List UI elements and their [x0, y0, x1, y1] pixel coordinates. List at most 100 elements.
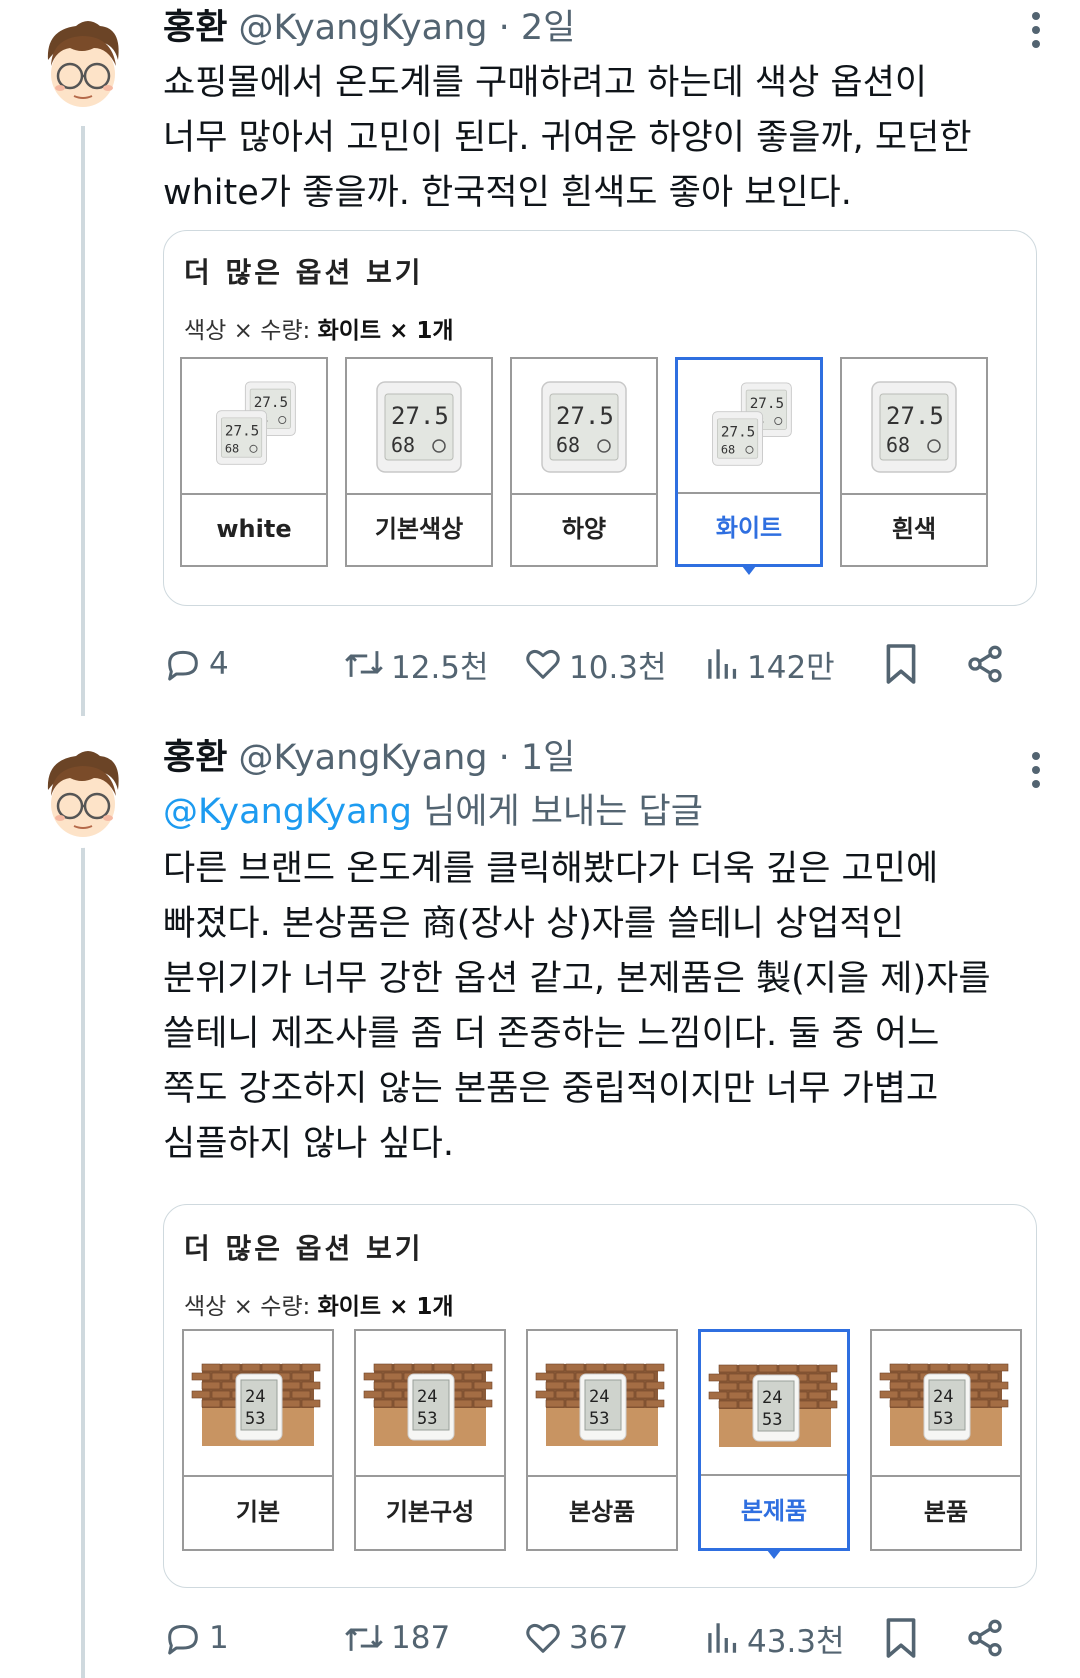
tweet-text-line: 심플하지 않나 싶다.	[163, 1124, 454, 1164]
share-button[interactable]	[965, 1610, 1005, 1666]
svg-text:24: 24	[245, 1387, 265, 1407]
option-기본구성[interactable]: 24 53 기본구성	[354, 1329, 506, 1551]
timestamp[interactable]: 1일	[521, 738, 575, 778]
option-label: 기본색상	[347, 493, 491, 565]
option-label: 화이트	[678, 492, 820, 564]
retweet-count: 12.5천	[391, 649, 489, 686]
retweet-icon	[345, 1625, 383, 1651]
view-count: 43.3천	[747, 1623, 845, 1660]
reply-context-label: 님에게 보내는 답글	[411, 792, 703, 832]
like-button[interactable]: 10.3천	[523, 636, 667, 692]
options-card[interactable]: 더 많은 옵션 보기 색상 × 수량: 화이트 × 1개 24 53 기본 24 …	[163, 1204, 1037, 1588]
thermometer-photo-icon: 24 53	[184, 1331, 332, 1479]
tweet-header: 홍환 @KyangKyang · 1일	[163, 734, 1043, 782]
reply-icon	[168, 650, 198, 681]
thermometer-icon: 27.5 68	[512, 359, 656, 497]
tweet-text-line: 다른 브랜드 온도계를 클릭해봤다가 더욱 깊은 고민에	[163, 849, 939, 889]
option-화이트[interactable]: 27.5 68 27.5 68 화이트	[675, 357, 823, 575]
tweet-header: 홍환 @KyangKyang · 2일	[163, 4, 1043, 52]
option-label: 본품	[872, 1475, 1020, 1549]
svg-text:53: 53	[933, 1409, 953, 1429]
option-label: 본상품	[528, 1475, 676, 1549]
svg-text:53: 53	[762, 1410, 782, 1430]
views-chart-icon	[708, 1623, 737, 1653]
author-handle[interactable]: @KyangKyang	[239, 8, 488, 48]
svg-text:68: 68	[391, 433, 415, 457]
views-button[interactable]: 43.3천	[705, 1610, 845, 1666]
share-button[interactable]	[965, 636, 1005, 692]
timestamp[interactable]: 2일	[521, 8, 575, 48]
tweet-actions: 4 12.5천 10.3천 142만	[163, 636, 1043, 692]
avatar[interactable]	[30, 14, 134, 118]
svg-text:27.5: 27.5	[750, 396, 784, 412]
retweet-button[interactable]: 12.5천	[343, 636, 489, 692]
selected-caret-icon	[767, 1550, 781, 1559]
tweet-text-line: 빠졌다. 본상품은 商(장사 상)자를 쓸테니 상업적인	[163, 904, 904, 944]
selected-caret-icon	[742, 566, 756, 575]
thermometer-photo-icon: 24 53	[356, 1331, 504, 1479]
author-name[interactable]: 홍환	[163, 8, 227, 48]
tweet[interactable]: 홍환 @KyangKyang · 2일 쇼핑몰에서 온도계를 구매하려고 하는데…	[0, 0, 1080, 700]
author-handle[interactable]: @KyangKyang	[239, 738, 488, 778]
tweet-text-line: 쓸테니 제조사를 좀 더 존중하는 느낌이다. 둘 중 어느	[163, 1014, 940, 1054]
more-options-icon[interactable]	[1030, 752, 1042, 788]
option-흰색[interactable]: 27.5 68 흰색	[840, 357, 988, 567]
svg-text:53: 53	[417, 1409, 437, 1429]
svg-text:27.5: 27.5	[254, 395, 288, 411]
bookmark-icon	[886, 644, 916, 684]
option-기본[interactable]: 24 53 기본	[182, 1329, 334, 1551]
tweet[interactable]: 홍환 @KyangKyang · 1일 @KyangKyang 님에게 보내는 …	[0, 730, 1080, 1678]
reply-button[interactable]: 1	[163, 1610, 229, 1666]
option-label: 하양	[512, 493, 656, 565]
retweet-button[interactable]: 187	[343, 1610, 450, 1666]
tweet-text-line: 분위기가 너무 강한 옵션 같고, 본제품은 製(지을 제)자를	[163, 959, 991, 999]
summary-label: 색상 × 수량:	[184, 1294, 318, 1320]
like-count: 10.3천	[569, 649, 667, 686]
like-button[interactable]: 367	[523, 1610, 628, 1666]
option-label: 본제품	[701, 1474, 847, 1548]
svg-text:24: 24	[417, 1387, 437, 1407]
svg-text:68: 68	[721, 442, 735, 456]
option-label: 흰색	[842, 493, 986, 565]
tweet-text-line: 쇼핑몰에서 온도계를 구매하려고 하는데 색상 옵션이	[163, 63, 928, 103]
svg-text:24: 24	[762, 1388, 782, 1408]
svg-text:27.5: 27.5	[721, 425, 755, 441]
like-count: 367	[569, 1620, 629, 1656]
option-label: white	[182, 493, 326, 565]
author-name[interactable]: 홍환	[163, 738, 227, 778]
svg-text:53: 53	[245, 1409, 265, 1429]
thermometer-duo-icon: 27.5 68 27.5 68	[182, 359, 326, 497]
option-본품[interactable]: 24 53 본품	[870, 1329, 1022, 1551]
view-count: 142만	[747, 649, 835, 686]
option-label: 기본	[184, 1475, 332, 1549]
views-button[interactable]: 142만	[705, 636, 835, 692]
svg-text:27.5: 27.5	[225, 424, 259, 440]
options-card[interactable]: 더 많은 옵션 보기 색상 × 수량: 화이트 × 1개 27.5 68 27.…	[163, 230, 1037, 606]
summary-value: 화이트 × 1개	[317, 1294, 454, 1320]
thermometer-photo-icon: 24 53	[701, 1332, 847, 1480]
option-본제품[interactable]: 24 53 본제품	[698, 1329, 850, 1559]
bookmark-button[interactable]	[883, 636, 919, 692]
views-chart-icon	[708, 649, 737, 679]
heart-icon	[526, 649, 560, 679]
tweet-actions: 1 187 367 43.3천	[163, 1610, 1043, 1666]
heart-icon	[526, 1623, 560, 1653]
more-options-icon[interactable]	[1030, 12, 1042, 48]
bookmark-button[interactable]	[883, 1610, 919, 1666]
option-본상품[interactable]: 24 53 본상품	[526, 1329, 678, 1551]
svg-text:68: 68	[225, 441, 239, 455]
reply-icon	[168, 1624, 198, 1655]
svg-text:24: 24	[589, 1387, 609, 1407]
thermometer-duo-icon: 27.5 68 27.5 68	[678, 360, 820, 498]
reply-button[interactable]: 4	[163, 636, 229, 692]
option-기본색상[interactable]: 27.5 68 기본색상	[345, 357, 493, 567]
card-title: 더 많은 옵션 보기	[184, 256, 424, 289]
reply-mention-link[interactable]: @KyangKyang	[163, 792, 412, 832]
option-하양[interactable]: 27.5 68 하양	[510, 357, 658, 567]
reply-count: 1	[209, 1620, 229, 1656]
separator-dot: ·	[498, 738, 510, 778]
option-white[interactable]: 27.5 68 27.5 68 white	[180, 357, 328, 567]
avatar[interactable]	[30, 744, 134, 848]
svg-text:68: 68	[556, 433, 580, 457]
svg-text:53: 53	[589, 1409, 609, 1429]
